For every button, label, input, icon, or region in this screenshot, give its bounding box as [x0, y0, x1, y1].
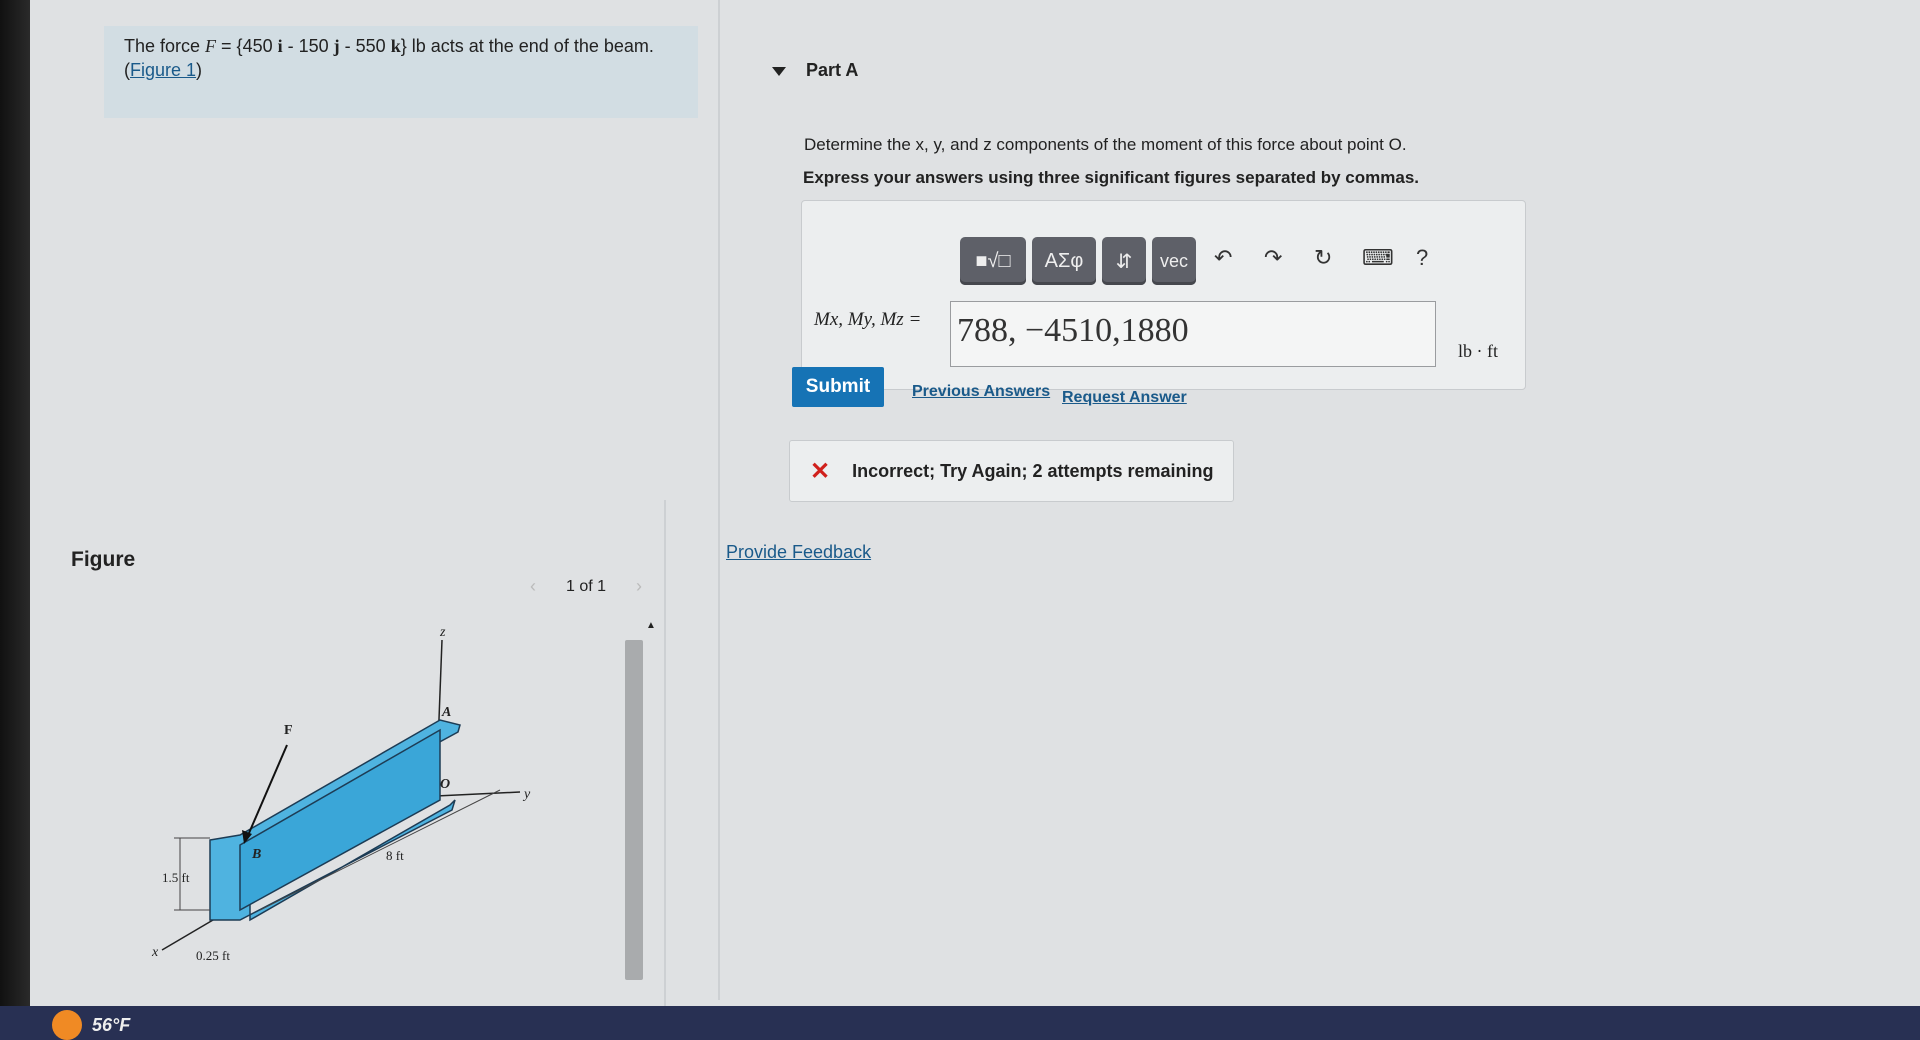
- undo-icon[interactable]: ↶: [1214, 245, 1232, 271]
- scroll-up-icon[interactable]: ▲: [646, 620, 656, 631]
- force-symbol: F: [205, 36, 217, 56]
- taskbar: [0, 1006, 1920, 1040]
- scrollbar[interactable]: [625, 640, 643, 980]
- provide-feedback-link[interactable]: Provide Feedback: [726, 542, 871, 563]
- label-f: F: [284, 723, 293, 738]
- reset-icon[interactable]: ↻: [1314, 245, 1332, 271]
- request-answer-link[interactable]: Request Answer: [1062, 389, 1187, 407]
- label-b: B: [251, 847, 261, 862]
- sun-icon: [52, 1010, 82, 1040]
- screen-bezel: [0, 0, 30, 1040]
- templates-button[interactable]: ■√□: [960, 237, 1026, 285]
- dim-flange: 0.25 ft: [196, 948, 230, 963]
- redo-icon[interactable]: ↷: [1264, 245, 1282, 271]
- help-icon[interactable]: ?: [1416, 245, 1428, 271]
- answer-box: ■√□ ΑΣφ ⇵ vec ↶ ↷ ↻ ⌨ ? Mx, My, Mz = 788…: [801, 200, 1526, 390]
- arrows-button[interactable]: ⇵: [1102, 237, 1146, 285]
- question-text: Determine the x, y, and z components of …: [804, 135, 1407, 154]
- feedback-text: Incorrect; Try Again; 2 attempts remaini…: [852, 460, 1214, 481]
- divider: [718, 0, 720, 1000]
- problem-text: - 550: [339, 36, 391, 56]
- problem-statement: The force F = {450 i - 150 j - 550 k} lb…: [104, 26, 698, 118]
- weather-widget[interactable]: 56°F: [52, 1010, 130, 1040]
- submit-button[interactable]: Submit: [792, 367, 884, 407]
- dim-length: 8 ft: [386, 848, 404, 863]
- label-a: A: [441, 705, 451, 720]
- part-title: Part A: [806, 60, 859, 80]
- beam-diagram: z y x A O B F 1.5 ft 8 ft 0.25 ft: [151, 625, 531, 963]
- temperature: 56°F: [92, 1014, 131, 1035]
- feedback-message: ✕ Incorrect; Try Again; 2 attempts remai…: [789, 440, 1234, 502]
- keyboard-icon[interactable]: ⌨: [1362, 245, 1394, 271]
- figure-pager: ‹ 1 of 1 ›: [530, 576, 642, 597]
- instruction-text: Express your answers using three signifi…: [803, 168, 1419, 187]
- label-x: x: [151, 945, 159, 960]
- problem-text: The force: [124, 36, 206, 56]
- vec-button[interactable]: vec: [1152, 237, 1196, 285]
- unit-k: k: [390, 36, 401, 56]
- dim-height: 1.5 ft: [162, 870, 190, 885]
- part-a-header[interactable]: Part A: [772, 60, 858, 81]
- figure-title: Figure: [71, 548, 136, 571]
- label-z: z: [439, 625, 446, 640]
- label-y: y: [522, 787, 531, 802]
- problem-text: - 150: [282, 36, 334, 56]
- greek-button[interactable]: ΑΣφ: [1032, 237, 1096, 285]
- previous-answers-link[interactable]: Previous Answers: [912, 383, 1050, 401]
- next-figure-button[interactable]: ›: [636, 576, 642, 597]
- pager-text: 1 of 1: [566, 577, 607, 595]
- answer-label: Mx, My, Mz =: [814, 309, 922, 330]
- label-o: O: [440, 777, 450, 792]
- collapse-triangle-icon[interactable]: [772, 66, 786, 76]
- answer-input[interactable]: 788, −4510,1880: [950, 301, 1436, 367]
- figure-link[interactable]: Figure 1: [130, 60, 196, 80]
- panel-divider: [664, 500, 666, 1010]
- prev-figure-button[interactable]: ‹: [530, 576, 536, 597]
- answer-unit: lb · ft: [1458, 341, 1498, 361]
- problem-text: = {450: [216, 36, 278, 56]
- y-axis: [435, 791, 521, 797]
- problem-text: } lb acts at the end of the beam.: [400, 36, 654, 56]
- error-x-icon: ✕: [810, 457, 831, 485]
